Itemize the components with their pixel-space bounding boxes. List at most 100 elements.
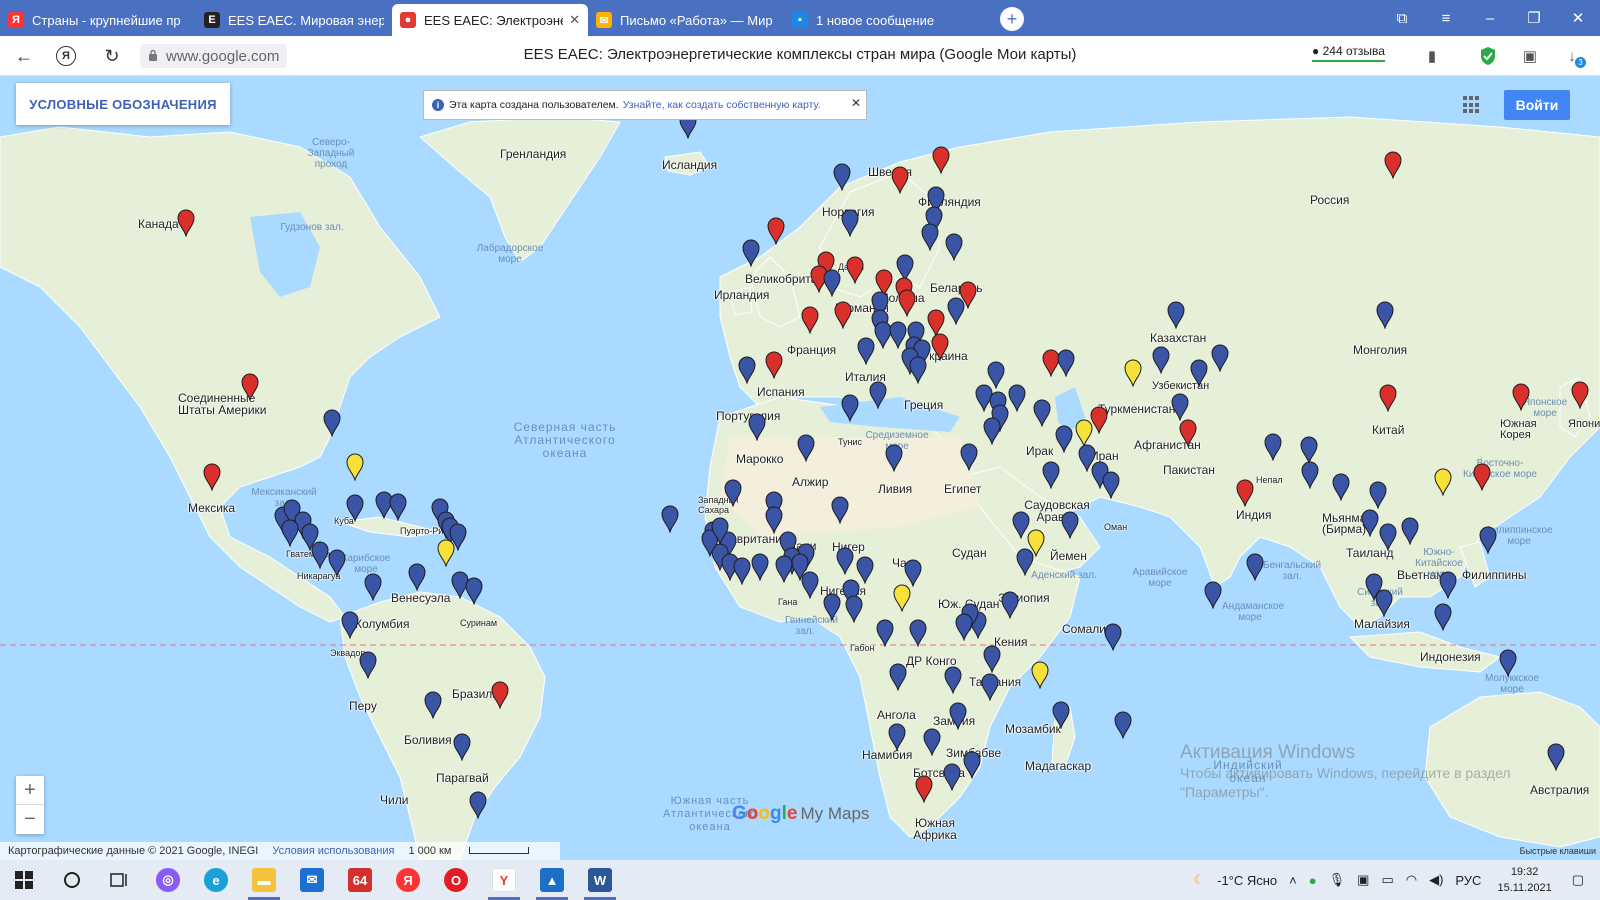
explorer-icon[interactable]: ▬ [240,860,288,900]
map-pin-blue[interactable] [909,619,927,647]
apps-grid-icon[interactable] [1463,96,1481,114]
map-pin-blue[interactable] [983,645,1001,673]
map-pin-blue[interactable] [389,493,407,521]
map-pin-blue[interactable] [711,517,729,545]
map-pin-blue[interactable] [748,413,766,441]
reviews-badge[interactable]: ● 244 отзыва [1312,44,1385,62]
map-pin-blue[interactable] [1246,553,1264,581]
map-pin-blue[interactable] [869,381,887,409]
tab-ees-energy[interactable]: E EES EAEC. Мировая энерге [196,4,392,36]
map-pin-blue[interactable] [1332,473,1350,501]
map-pin-blue[interactable] [1264,433,1282,461]
app-tray-icon[interactable]: ● [1309,873,1317,888]
search-icon[interactable] [48,860,96,900]
map-pin-blue[interactable] [833,163,851,191]
map-pin-blue[interactable] [944,666,962,694]
map-pin-blue[interactable] [1375,589,1393,617]
map-pin-blue[interactable] [424,691,442,719]
clock[interactable]: 19:32 15.11.2021 [1497,864,1551,896]
map-pin-blue[interactable] [923,728,941,756]
map-pin-blue[interactable] [836,547,854,575]
map-pin-red[interactable] [846,256,864,284]
map-pin-blue[interactable] [661,505,679,533]
map-pin-blue[interactable] [311,541,329,569]
map-pin-blue[interactable] [791,553,809,581]
weather-text[interactable]: -1°C Ясно [1217,873,1277,888]
mail-icon[interactable]: ✉ [288,860,336,900]
map-pin-blue[interactable] [1171,393,1189,421]
map-pin-blue[interactable] [904,559,922,587]
map-pin-yellow[interactable] [1075,419,1093,447]
display-icon[interactable]: ▣ [1357,872,1369,888]
map-pin-red[interactable] [801,306,819,334]
close-notice-icon[interactable]: ✕ [851,96,861,110]
map-pin-red[interactable] [891,166,909,194]
opera-icon[interactable]: O [432,860,480,900]
map-pin-blue[interactable] [1102,471,1120,499]
map-pin-red[interactable] [1179,419,1197,447]
back-icon[interactable]: ← [12,44,36,68]
map-pin-blue[interactable] [943,763,961,791]
menu-icon[interactable]: ≡ [1424,0,1468,36]
restore-icon[interactable]: ❐ [1512,0,1556,36]
map-pin-blue[interactable] [1167,301,1185,329]
map-pin-red[interactable] [834,301,852,329]
map-pin-blue[interactable] [1361,509,1379,537]
map-pin-blue[interactable] [981,673,999,701]
map-pin-blue[interactable] [323,409,341,437]
yandex-icon[interactable]: Я [384,860,432,900]
windows-start-icon[interactable] [0,860,48,900]
map-pin-blue[interactable] [1055,425,1073,453]
notifications-icon[interactable]: ▢ [1572,872,1584,888]
map-pin-blue[interactable] [738,356,756,384]
map-pin-red[interactable] [1473,463,1491,491]
map-pin-blue[interactable] [346,494,364,522]
protect-shield-icon[interactable] [1478,46,1498,66]
map-pin-blue[interactable] [1379,523,1397,551]
map-pin-blue[interactable] [857,337,875,365]
map-pin-blue[interactable] [841,209,859,237]
map-pin-blue[interactable] [1078,444,1096,472]
map-pin-blue[interactable] [921,223,939,251]
map-pin-blue[interactable] [765,506,783,534]
downloads-icon[interactable]: ↓ 3 [1562,46,1586,68]
map-pin-blue[interactable] [983,417,1001,445]
map-pin-blue[interactable] [1301,461,1319,489]
map-pin-blue[interactable] [1057,349,1075,377]
tab-mail[interactable]: ✉ Письмо «Работа» — Мир [588,4,784,36]
map-pin-red[interactable] [765,351,783,379]
map-pin-blue[interactable] [1401,517,1419,545]
map-pin-red[interactable] [491,681,509,709]
map-pin-blue[interactable] [281,519,299,547]
map-pin-blue[interactable] [1042,461,1060,489]
map-pin-blue[interactable] [1152,346,1170,374]
map-pin-red[interactable] [931,333,949,361]
new-tab-button[interactable]: + [1000,7,1024,31]
close-tab-icon[interactable]: ✕ [569,12,580,28]
map-pin-red[interactable] [203,463,221,491]
map-pin-yellow[interactable] [893,584,911,612]
map-pin-blue[interactable] [823,269,841,297]
map-pin-blue[interactable] [945,233,963,261]
map-pin-blue[interactable] [1052,701,1070,729]
map-pin-red[interactable] [915,775,933,803]
map-pin-blue[interactable] [1211,344,1229,372]
map-pin-red[interactable] [1384,151,1402,179]
map-pin-blue[interactable] [947,297,965,325]
map-pin-blue[interactable] [1547,743,1565,771]
bookmark-tabs-icon[interactable]: ⧉ [1380,0,1424,36]
map-pin-red[interactable] [177,209,195,237]
map-pin-blue[interactable] [949,702,967,730]
map-pin-blue[interactable] [359,651,377,679]
map-pin-blue[interactable] [955,613,973,641]
map-pin-blue[interactable] [1439,571,1457,599]
collections-icon[interactable]: ▣ [1520,46,1540,66]
map-pin-blue[interactable] [823,593,841,621]
reload-icon[interactable]: ↻ [100,44,124,68]
map-pin-yellow[interactable] [1124,359,1142,387]
map-pin-blue[interactable] [909,356,927,384]
map-pin-red[interactable] [898,289,916,317]
map-pin-blue[interactable] [1001,591,1019,619]
world-map[interactable]: Гренландия Исландия Канада Швеция Норвег… [0,77,1600,860]
photos-icon[interactable]: ▲ [528,860,576,900]
